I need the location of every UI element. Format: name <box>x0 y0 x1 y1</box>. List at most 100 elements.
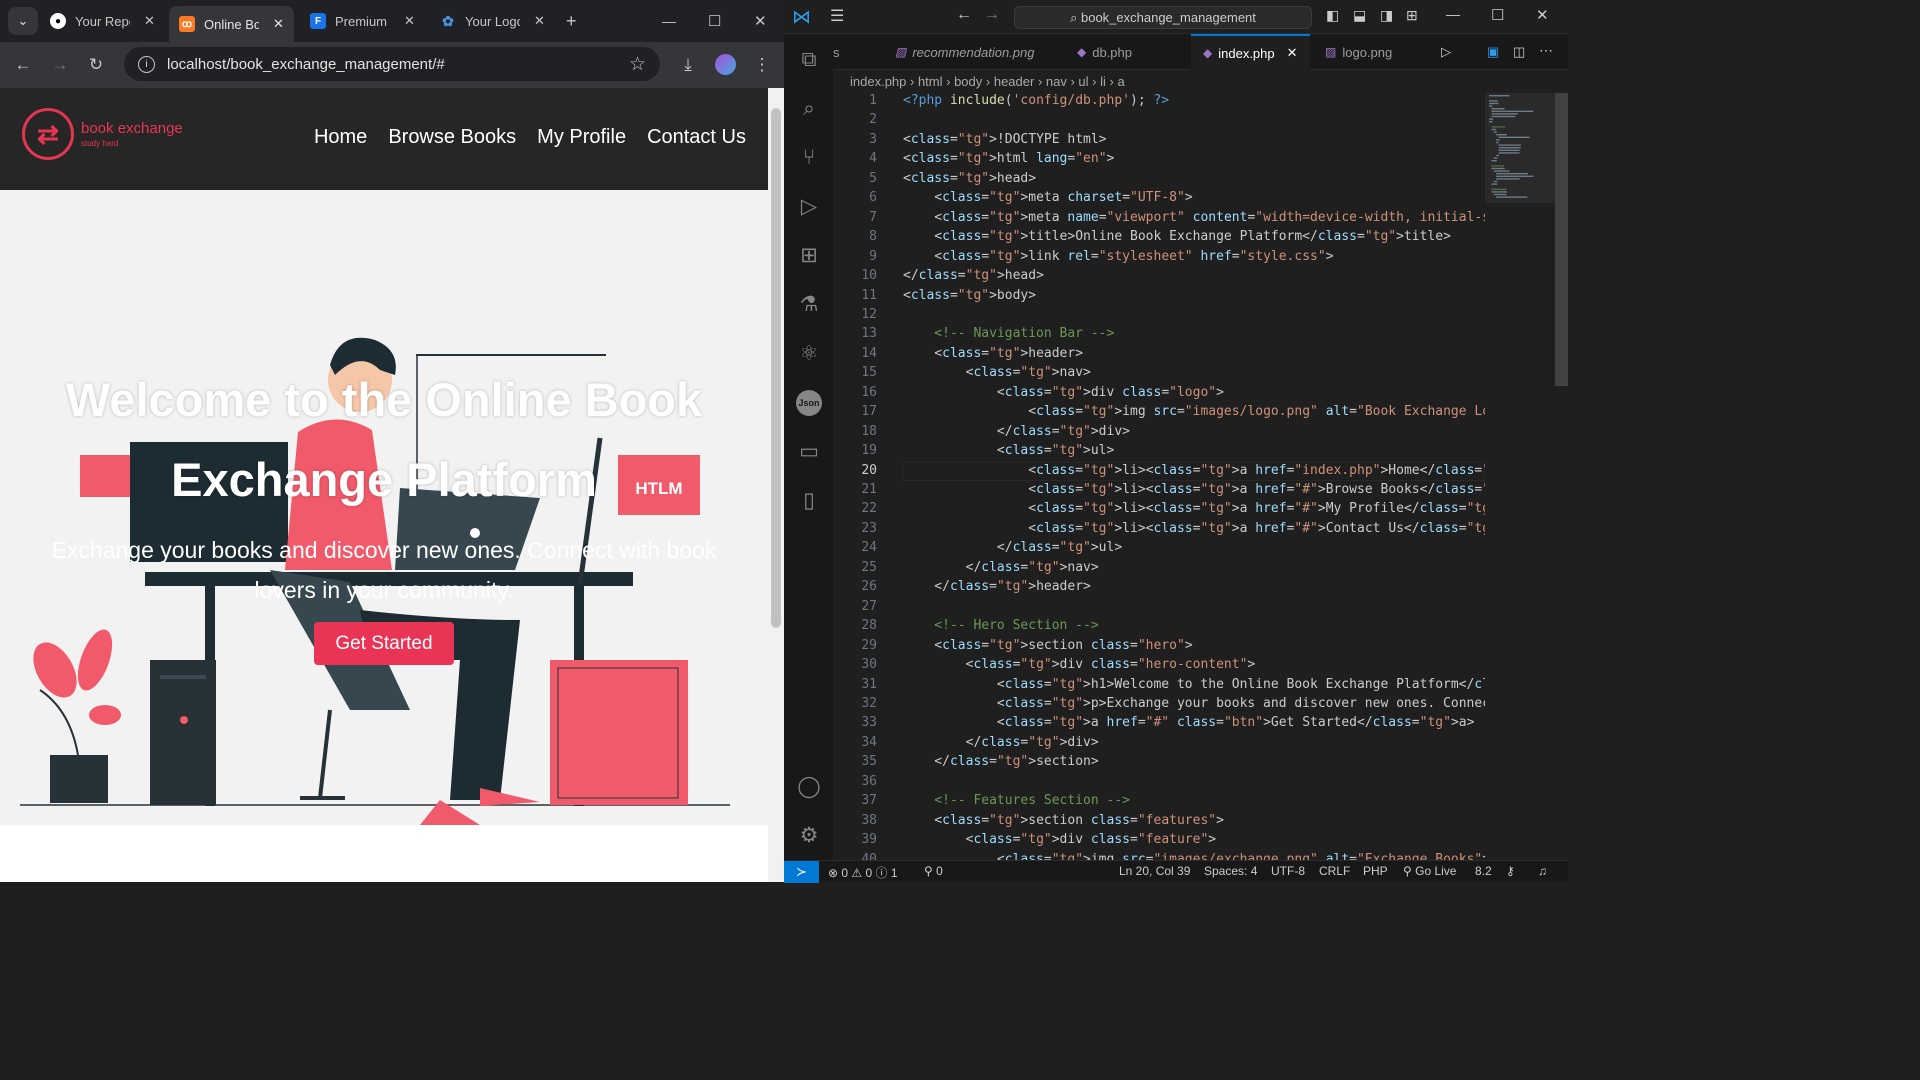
code-line[interactable]: <class="tg">p>Exchange your books and di… <box>903 696 1485 711</box>
bookmark-star-icon[interactable]: ☆ <box>629 53 646 76</box>
nav-browse-books[interactable]: Browse Books <box>388 126 516 149</box>
encoding[interactable]: UTF-8 <box>1271 864 1305 878</box>
tab-logo-png[interactable]: ▨ logo.png <box>1313 34 1404 70</box>
indentation[interactable]: Spaces: 4 <box>1204 864 1257 878</box>
code-line[interactable]: <class="tg">section class="features"> <box>903 813 1224 828</box>
search-icon[interactable]: ⌕ <box>796 96 822 122</box>
notifications-bell-icon[interactable]: ♫ <box>1538 864 1547 878</box>
nav-contact-us[interactable]: Contact Us <box>647 126 746 149</box>
code-line[interactable]: <class="tg">h1>Welcome to the Online Boo… <box>903 677 1485 692</box>
code-line[interactable]: <class="tg">li><class="tg">a href="#">My… <box>903 501 1485 516</box>
tab-index-php[interactable]: ◆ index.php ✕ <box>1191 34 1310 70</box>
split-editor-icon[interactable]: ◫ <box>1513 44 1525 60</box>
code-line[interactable]: <!-- Features Section --> <box>903 793 1130 808</box>
command-center-search[interactable]: ⌕ book_exchange_management <box>1014 6 1312 29</box>
go-live-button[interactable]: ⚲ Go Live <box>1403 864 1456 878</box>
code-line[interactable]: <class="tg">meta name="viewport" content… <box>903 210 1485 225</box>
react-icon[interactable]: ⚛ <box>796 341 822 367</box>
scrollbar-thumb[interactable] <box>771 108 781 628</box>
new-tab-button[interactable]: + <box>560 6 577 36</box>
account-icon[interactable]: ◯ <box>796 774 822 800</box>
code-line[interactable]: <class="tg">img src="images/exchange.png… <box>903 852 1485 860</box>
code-line[interactable]: <class="tg">a href="#" class="btn">Get S… <box>903 715 1475 730</box>
editor-scrollbar[interactable] <box>1555 93 1568 860</box>
avatar[interactable] <box>715 54 736 75</box>
tab-overflow[interactable]: s <box>833 34 873 70</box>
code-line[interactable]: <class="tg">div class="feature"> <box>903 832 1217 847</box>
code-line[interactable]: <!-- Hero Section --> <box>903 618 1098 633</box>
source-control-icon[interactable]: ⑂ <box>796 145 822 171</box>
code-line[interactable]: <class="tg">div class="hero-content"> <box>903 657 1256 672</box>
close-window-button[interactable]: ✕ <box>744 6 767 36</box>
nav-my-profile[interactable]: My Profile <box>537 126 626 149</box>
scrollbar-thumb[interactable] <box>1555 93 1568 386</box>
line-endings[interactable]: CRLF <box>1319 864 1350 878</box>
code-line[interactable]: <class="tg">li><class="tg">a href="#">Co… <box>903 521 1485 536</box>
customize-layout-icon[interactable]: ⊞ <box>1406 7 1418 24</box>
site-info-icon[interactable]: i <box>138 55 155 73</box>
code-editor[interactable]: 1 <?php include('config/db.php'); ?> 2 3 <cl… <box>833 93 1485 860</box>
code-line[interactable]: <class="tg">link rel="stylesheet" href="… <box>903 249 1333 264</box>
more-actions-icon[interactable]: ⋯ <box>1539 42 1553 59</box>
minimize-button[interactable]: — <box>1446 6 1460 22</box>
code-line[interactable]: <class="tg">nav> <box>903 365 1091 380</box>
browser-tab[interactable]: ✿ Your Logo ✕ <box>430 6 554 36</box>
close-icon[interactable]: ✕ <box>534 13 545 29</box>
settings-sync-icon[interactable]: ⚷ <box>1506 864 1515 878</box>
code-line[interactable]: <class="tg">header> <box>903 346 1083 361</box>
back-icon[interactable]: ← <box>13 55 33 75</box>
reload-icon[interactable]: ↻ <box>86 55 106 75</box>
address-bar[interactable]: i localhost/book_exchange_management/# ☆ <box>124 47 660 81</box>
code-line[interactable]: </class="tg">header> <box>903 579 1091 594</box>
menu-kebab-icon[interactable]: ⋮ <box>752 55 772 75</box>
forward-icon[interactable]: → <box>984 6 1000 24</box>
code-line[interactable]: </class="tg">ul> <box>903 540 1122 555</box>
code-line[interactable]: <?php include('config/db.php'); ?> <box>903 93 1169 108</box>
tab-recommendation-png[interactable]: ▨ recommendation.png <box>883 34 1046 70</box>
page-scrollbar[interactable] <box>768 88 784 882</box>
maximize-button[interactable]: ☐ <box>698 6 721 36</box>
code-line[interactable]: <class="tg">meta charset="UTF-8"> <box>903 190 1192 205</box>
remote-explorer-icon[interactable]: ▭ <box>796 439 822 465</box>
code-line[interactable]: </class="tg">div> <box>903 735 1099 750</box>
language-mode[interactable]: PHP <box>1363 864 1388 878</box>
code-line[interactable]: <class="tg">!DOCTYPE html> <box>903 132 1107 147</box>
download-icon[interactable]: ⤓ <box>678 55 698 75</box>
tab-search-button[interactable]: ⌄ <box>8 7 38 35</box>
code-line[interactable]: <class="tg">li><class="tg">a href="#">Br… <box>903 482 1485 497</box>
run-icon[interactable]: ▷ <box>1441 44 1451 60</box>
gear-icon[interactable]: ⚙ <box>796 823 822 849</box>
book-icon[interactable]: ▯ <box>796 488 822 514</box>
browser-tab[interactable]: F Premium V ✕ <box>300 6 424 36</box>
php-version[interactable]: 8.2 <box>1475 864 1492 878</box>
close-icon[interactable]: ✕ <box>144 13 155 29</box>
back-icon[interactable]: ← <box>956 6 972 24</box>
code-line[interactable]: <class="tg">li><class="tg">a href="index… <box>903 463 1485 478</box>
extensions-icon[interactable]: ⊞ <box>796 243 822 269</box>
ports-indicator[interactable]: ⚲ 0 <box>924 864 943 878</box>
toggle-panel-icon[interactable]: ⬓ <box>1353 7 1366 24</box>
hamburger-menu-icon[interactable]: ☰ <box>830 6 844 26</box>
nav-home[interactable]: Home <box>314 126 367 149</box>
logo-icon[interactable]: ⇄ <box>22 108 74 160</box>
maximize-button[interactable]: ☐ <box>1491 6 1504 24</box>
minimap[interactable] <box>1485 93 1555 860</box>
code-line[interactable]: </class="tg">div> <box>903 424 1130 439</box>
code-line[interactable]: <class="tg">title>Online Book Exchange P… <box>903 229 1451 244</box>
toggle-sidebar-icon[interactable]: ◧ <box>1326 7 1339 24</box>
code-line[interactable]: </class="tg">head> <box>903 268 1044 283</box>
code-line[interactable]: <class="tg">body> <box>903 288 1036 303</box>
close-icon[interactable]: ✕ <box>404 13 415 29</box>
run-debug-icon[interactable]: ▷ <box>796 194 822 220</box>
minimize-button[interactable]: — <box>652 6 676 36</box>
explorer-icon[interactable]: ⧉ <box>796 47 822 73</box>
close-icon[interactable]: ✕ <box>1287 45 1298 61</box>
testing-icon[interactable]: ⚗ <box>796 292 822 318</box>
code-line[interactable]: <class="tg">ul> <box>903 443 1114 458</box>
problems-indicator[interactable]: ⊗ 0 ⚠ 0 ⓘ 1 <box>828 864 898 881</box>
code-line[interactable]: </class="tg">nav> <box>903 560 1099 575</box>
forward-icon[interactable]: → <box>50 55 70 75</box>
url-text[interactable]: localhost/book_exchange_management/# <box>167 56 445 73</box>
close-window-button[interactable]: ✕ <box>1536 6 1549 24</box>
get-started-button[interactable]: Get Started <box>314 622 454 665</box>
